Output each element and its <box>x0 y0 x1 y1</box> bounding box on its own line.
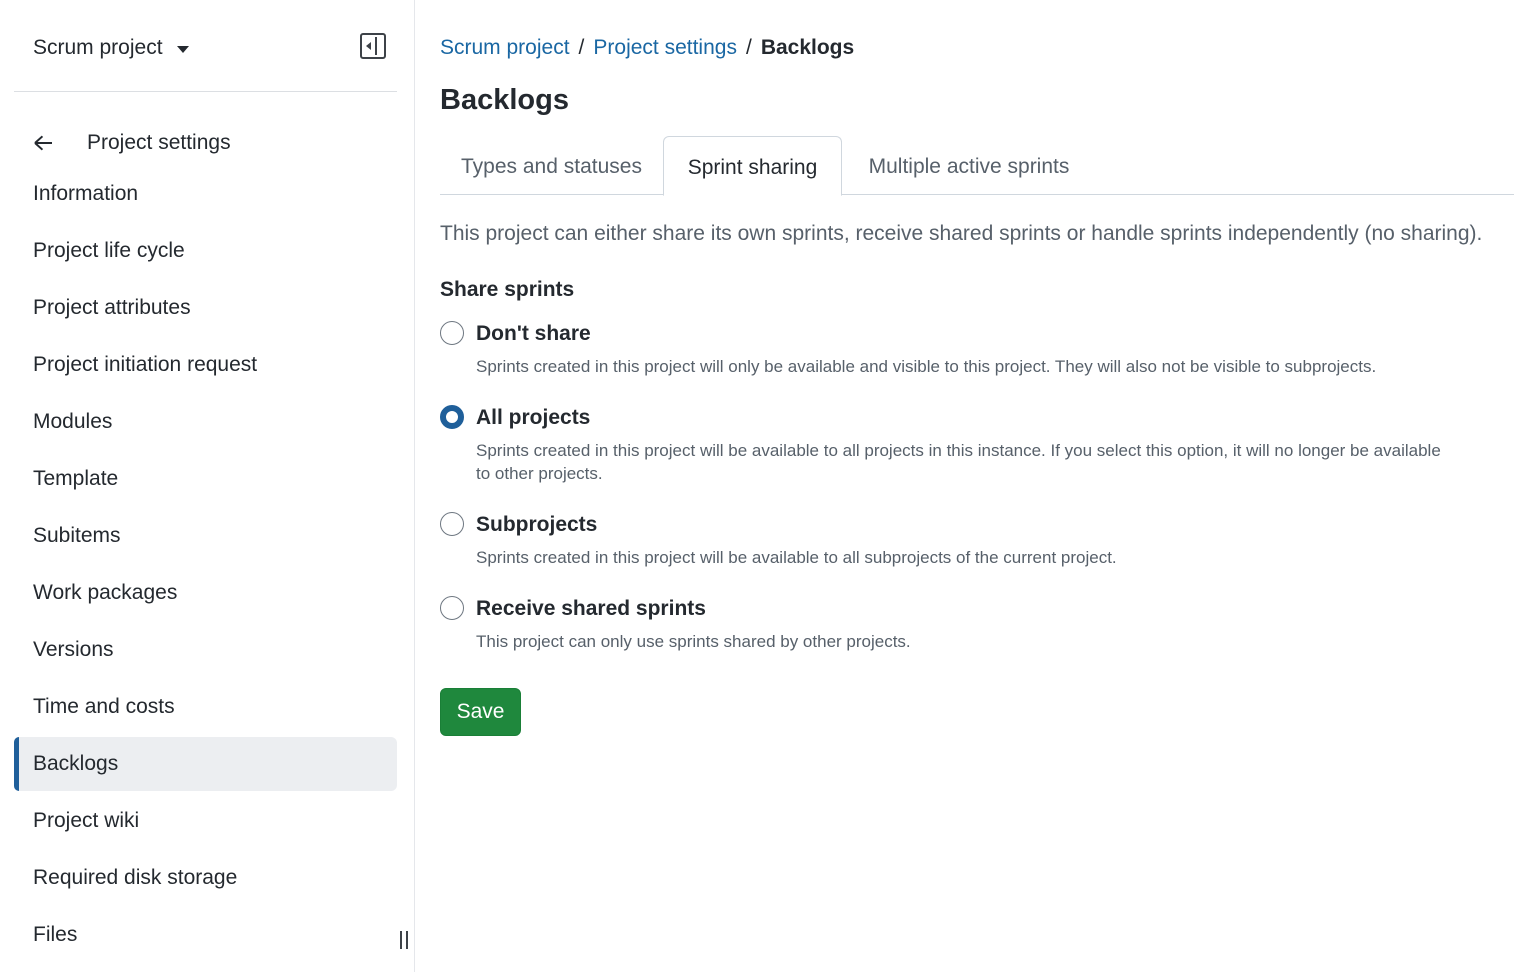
option-description: Sprints created in this project will be … <box>476 441 1441 483</box>
sidebar-item-time-and-costs[interactable]: Time and costs <box>14 680 397 734</box>
sidebar-item-project-life-cycle[interactable]: Project life cycle <box>14 224 397 278</box>
option-all-projects[interactable]: All projects Sprints created in this pro… <box>440 405 1441 487</box>
breadcrumb-separator: / <box>745 36 752 59</box>
breadcrumb-link-project-settings[interactable]: Project settings <box>593 34 737 62</box>
option-description: Sprints created in this project will onl… <box>476 357 1377 376</box>
sidebar-header: Scrum project <box>14 0 397 92</box>
sidebar-item-information[interactable]: Information <box>14 167 397 221</box>
breadcrumb-link-project[interactable]: Scrum project <box>440 34 570 62</box>
option-label[interactable]: Don't share <box>476 321 591 347</box>
back-to-project-settings[interactable]: Project settings <box>33 128 231 158</box>
radio-all-projects[interactable] <box>440 405 464 429</box>
collapse-sidebar-icon[interactable] <box>360 33 386 59</box>
sidebar-item-project-attributes[interactable]: Project attributes <box>14 281 397 335</box>
sidebar-item-work-packages[interactable]: Work packages <box>14 566 397 620</box>
option-subprojects[interactable]: Subprojects Sprints created in this proj… <box>440 512 1440 572</box>
option-dont-share[interactable]: Don't share Sprints created in this proj… <box>440 321 1440 381</box>
radio-subprojects[interactable] <box>440 512 464 536</box>
project-name: Scrum project <box>33 36 163 59</box>
page-title: Backlogs <box>440 84 569 116</box>
sidebar-item-project-initiation-request[interactable]: Project initiation request <box>14 338 397 392</box>
arrow-left-icon <box>366 42 371 50</box>
sidebar-item-modules[interactable]: Modules <box>14 395 397 449</box>
tab-bar: Types and statuses Sprint sharing Multip… <box>440 136 1514 196</box>
intro-text: This project can either share its own sp… <box>440 222 1483 245</box>
option-label[interactable]: All projects <box>476 405 590 431</box>
sidebar-item-subitems[interactable]: Subitems <box>14 509 397 563</box>
project-switcher[interactable]: Scrum project <box>33 35 189 61</box>
sidebar-item-versions[interactable]: Versions <box>14 623 397 677</box>
sidebar-resize-handle[interactable] <box>400 931 408 949</box>
radio-receive-shared-sprints[interactable] <box>440 596 464 620</box>
sidebar-item-project-wiki[interactable]: Project wiki <box>14 794 397 848</box>
arrow-left-icon <box>33 132 55 154</box>
sidebar-item-backlogs[interactable]: Backlogs <box>14 737 397 791</box>
caret-down-icon <box>176 45 189 53</box>
breadcrumb-separator: / <box>578 36 585 59</box>
sidebar-item-required-disk-storage[interactable]: Required disk storage <box>14 851 397 905</box>
sidebar: Scrum project Project settings Informati… <box>0 0 415 972</box>
radio-dont-share[interactable] <box>440 321 464 345</box>
back-label: Project settings <box>87 131 231 154</box>
sidebar-item-template[interactable]: Template <box>14 452 397 506</box>
option-label[interactable]: Subprojects <box>476 512 597 538</box>
option-description: This project can only use sprints shared… <box>476 632 911 651</box>
option-label[interactable]: Receive shared sprints <box>476 596 706 622</box>
tab-sprint-sharing[interactable]: Sprint sharing <box>663 136 842 196</box>
app: Scrum project Project settings Informati… <box>0 0 1514 972</box>
save-button[interactable]: Save <box>440 688 521 736</box>
tab-multiple-active-sprints[interactable]: Multiple active sprints <box>842 136 1096 195</box>
share-sprints-heading: Share sprints <box>440 278 575 301</box>
settings-nav: Information Project life cycle Project a… <box>14 167 397 965</box>
option-description: Sprints created in this project will be … <box>476 548 1117 567</box>
breadcrumb: Scrum project / Project settings / Backl… <box>440 34 854 62</box>
sidebar-item-files[interactable]: Files <box>14 908 397 962</box>
main-content: Scrum project / Project settings / Backl… <box>440 0 1514 972</box>
option-receive-shared-sprints[interactable]: Receive shared sprints This project can … <box>440 596 1440 656</box>
tab-types-and-statuses[interactable]: Types and statuses <box>440 136 663 195</box>
breadcrumb-current: Backlogs <box>760 36 855 59</box>
